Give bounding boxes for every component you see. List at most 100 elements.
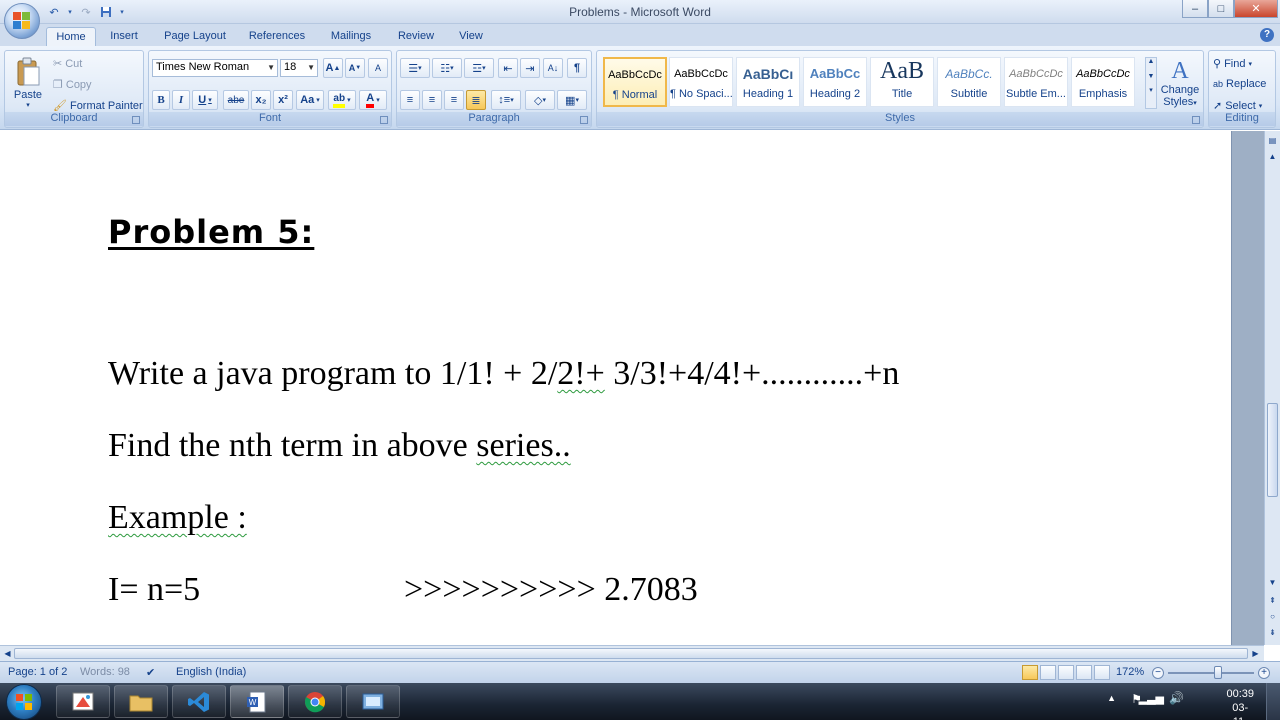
maximize-button[interactable]: □ bbox=[1208, 0, 1234, 18]
grow-font-button[interactable]: A ▲ bbox=[323, 58, 343, 78]
taskbar-word-app[interactable]: W bbox=[230, 685, 284, 718]
zoom-slider-track[interactable] bbox=[1168, 672, 1254, 674]
close-button[interactable]: ✕ bbox=[1234, 0, 1278, 18]
taskbar-vscode-app[interactable] bbox=[172, 685, 226, 718]
zoom-in-button[interactable]: + bbox=[1258, 667, 1270, 679]
align-right-button[interactable]: ≡ bbox=[444, 90, 464, 110]
minimize-button[interactable]: – bbox=[1182, 0, 1208, 18]
style-emphasis[interactable]: AaBbCcDc Emphasis bbox=[1071, 57, 1135, 107]
tab-references[interactable]: References bbox=[245, 27, 309, 46]
scroll-right-icon[interactable]: ▶ bbox=[1250, 648, 1261, 659]
taskbar-paint-app[interactable] bbox=[56, 685, 110, 718]
styles-launcher-icon[interactable] bbox=[1192, 116, 1200, 124]
show-marks-button[interactable]: ¶ bbox=[567, 58, 587, 78]
taskbar-explorer-app[interactable] bbox=[114, 685, 168, 718]
tab-mailings[interactable]: Mailings bbox=[324, 27, 378, 46]
multilevel-list-button[interactable]: ☲ ▾ bbox=[464, 58, 494, 78]
draft-view-button[interactable] bbox=[1094, 665, 1110, 680]
strikethrough-button[interactable]: abe bbox=[223, 90, 249, 110]
help-icon[interactable]: ? bbox=[1260, 28, 1274, 42]
clear-formatting-button[interactable]: A bbox=[368, 58, 388, 78]
clipboard-launcher-icon[interactable] bbox=[132, 116, 140, 124]
style-heading-2[interactable]: AaBbCc Heading 2 bbox=[803, 57, 867, 107]
scroll-down-icon[interactable]: ▼ bbox=[1267, 577, 1278, 588]
zoom-level[interactable]: 172% bbox=[1116, 666, 1144, 678]
page-count[interactable]: Page: 1 of 2 bbox=[8, 666, 67, 678]
subscript-button[interactable]: x₂ bbox=[251, 90, 271, 110]
horizontal-scroll-thumb[interactable] bbox=[14, 648, 1248, 659]
change-case-button[interactable]: Aa ▾ bbox=[296, 90, 324, 110]
find-button[interactable]: ⚲ Find ▾ bbox=[1213, 57, 1252, 71]
change-styles-button[interactable]: A Change Styles▾ bbox=[1159, 53, 1201, 113]
browse-object-icon[interactable]: ○ bbox=[1267, 611, 1278, 622]
ruler-toggle-icon[interactable]: ▤ bbox=[1267, 135, 1278, 146]
copy-button[interactable]: ❐ Copy bbox=[53, 78, 92, 92]
align-center-button[interactable]: ≡ bbox=[422, 90, 442, 110]
gallery-down-icon[interactable]: ▼ bbox=[1146, 73, 1156, 80]
styles-gallery-scroll[interactable]: ▲ ▼ ▾ bbox=[1145, 57, 1157, 109]
scroll-up-icon[interactable]: ▲ bbox=[1267, 151, 1278, 162]
vertical-scroll-thumb[interactable] bbox=[1267, 403, 1278, 497]
style-title[interactable]: AaB Title bbox=[870, 57, 934, 107]
start-button[interactable] bbox=[6, 684, 42, 720]
horizontal-scrollbar[interactable]: ◀ ▶ bbox=[0, 645, 1264, 661]
word-count[interactable]: Words: 98 bbox=[80, 666, 130, 678]
font-launcher-icon[interactable] bbox=[380, 116, 388, 124]
line-spacing-button[interactable]: ↕≡ ▾ bbox=[491, 90, 521, 110]
tab-page-layout[interactable]: Page Layout bbox=[158, 27, 232, 46]
underline-button[interactable]: U ▾ bbox=[192, 90, 218, 110]
zoom-slider-thumb[interactable] bbox=[1214, 666, 1222, 679]
align-left-button[interactable]: ≡ bbox=[400, 90, 420, 110]
style-no-spacing[interactable]: AaBbCcDc ¶ No Spaci... bbox=[669, 57, 733, 107]
scroll-left-icon[interactable]: ◀ bbox=[2, 648, 13, 659]
sort-button[interactable]: A↓ bbox=[543, 58, 563, 78]
style-subtle-emphasis[interactable]: AaBbCcDc Subtle Em... bbox=[1004, 57, 1068, 107]
replace-button[interactable]: ab Replace bbox=[1213, 78, 1266, 90]
font-color-button[interactable]: A ▾ bbox=[359, 90, 387, 110]
tab-insert[interactable]: Insert bbox=[102, 27, 146, 46]
gallery-more-icon[interactable]: ▾ bbox=[1146, 86, 1156, 94]
increase-indent-button[interactable]: ⇥ bbox=[520, 58, 540, 78]
network-signal-icon[interactable]: ▂▃▅ bbox=[1139, 692, 1164, 705]
cut-button[interactable]: ✂ Cut bbox=[53, 57, 82, 71]
print-layout-view-button[interactable] bbox=[1022, 665, 1038, 680]
decrease-indent-button[interactable]: ⇤ bbox=[498, 58, 518, 78]
font-size-combo[interactable]: 18 ▼ bbox=[280, 59, 318, 77]
previous-page-icon[interactable]: ⇞ bbox=[1267, 595, 1278, 606]
justify-button[interactable]: ≣ bbox=[466, 90, 486, 110]
next-page-icon[interactable]: ⇟ bbox=[1267, 627, 1278, 638]
style-normal[interactable]: AaBbCcDc ¶ Normal bbox=[603, 57, 667, 107]
tab-view[interactable]: View bbox=[452, 27, 490, 46]
taskbar-snipping-app[interactable] bbox=[346, 685, 400, 718]
italic-button[interactable]: I bbox=[172, 90, 190, 110]
volume-icon[interactable]: 🔊 bbox=[1169, 691, 1184, 705]
bold-button[interactable]: B bbox=[152, 90, 170, 110]
tab-review[interactable]: Review bbox=[392, 27, 440, 46]
style-subtitle[interactable]: AaBbCc. Subtitle bbox=[937, 57, 1001, 107]
show-desktop-button[interactable] bbox=[1266, 683, 1280, 720]
web-layout-view-button[interactable] bbox=[1058, 665, 1074, 680]
shading-button[interactable]: ◇ ▾ bbox=[525, 90, 555, 110]
style-heading-1[interactable]: AaBbCı Heading 1 bbox=[736, 57, 800, 107]
format-painter-button[interactable]: 🖌 Format Painter bbox=[53, 99, 143, 113]
gallery-up-icon[interactable]: ▲ bbox=[1146, 58, 1156, 65]
proofing-icon[interactable]: ✔ bbox=[146, 666, 155, 679]
tab-home[interactable]: Home bbox=[46, 27, 96, 46]
document-page[interactable]: Problem 5: Write a java program to 1/1! … bbox=[0, 131, 1232, 645]
office-button[interactable] bbox=[4, 3, 40, 39]
bullets-button[interactable]: ☰ ▾ bbox=[400, 58, 430, 78]
borders-button[interactable]: ▦ ▾ bbox=[557, 90, 587, 110]
zoom-out-button[interactable]: − bbox=[1152, 667, 1164, 679]
font-name-combo[interactable]: Times New Roman ▼ bbox=[152, 59, 278, 77]
vertical-scrollbar[interactable]: ▤ ▲ ▼ ⇞ ○ ⇟ bbox=[1264, 131, 1280, 645]
numbering-button[interactable]: ☷ ▾ bbox=[432, 58, 462, 78]
superscript-button[interactable]: x² bbox=[273, 90, 293, 110]
full-screen-reading-view-button[interactable] bbox=[1040, 665, 1056, 680]
select-button[interactable]: ➚ Select ▾ bbox=[1213, 99, 1262, 113]
paragraph-launcher-icon[interactable] bbox=[580, 116, 588, 124]
paste-button[interactable]: Paste ▾ bbox=[9, 53, 47, 113]
highlight-button[interactable]: ab ▾ bbox=[328, 90, 356, 110]
system-clock[interactable]: 00:39 03-11-2021 bbox=[1226, 687, 1254, 720]
outline-view-button[interactable] bbox=[1076, 665, 1092, 680]
show-hidden-icons[interactable]: ▲ bbox=[1107, 693, 1116, 703]
